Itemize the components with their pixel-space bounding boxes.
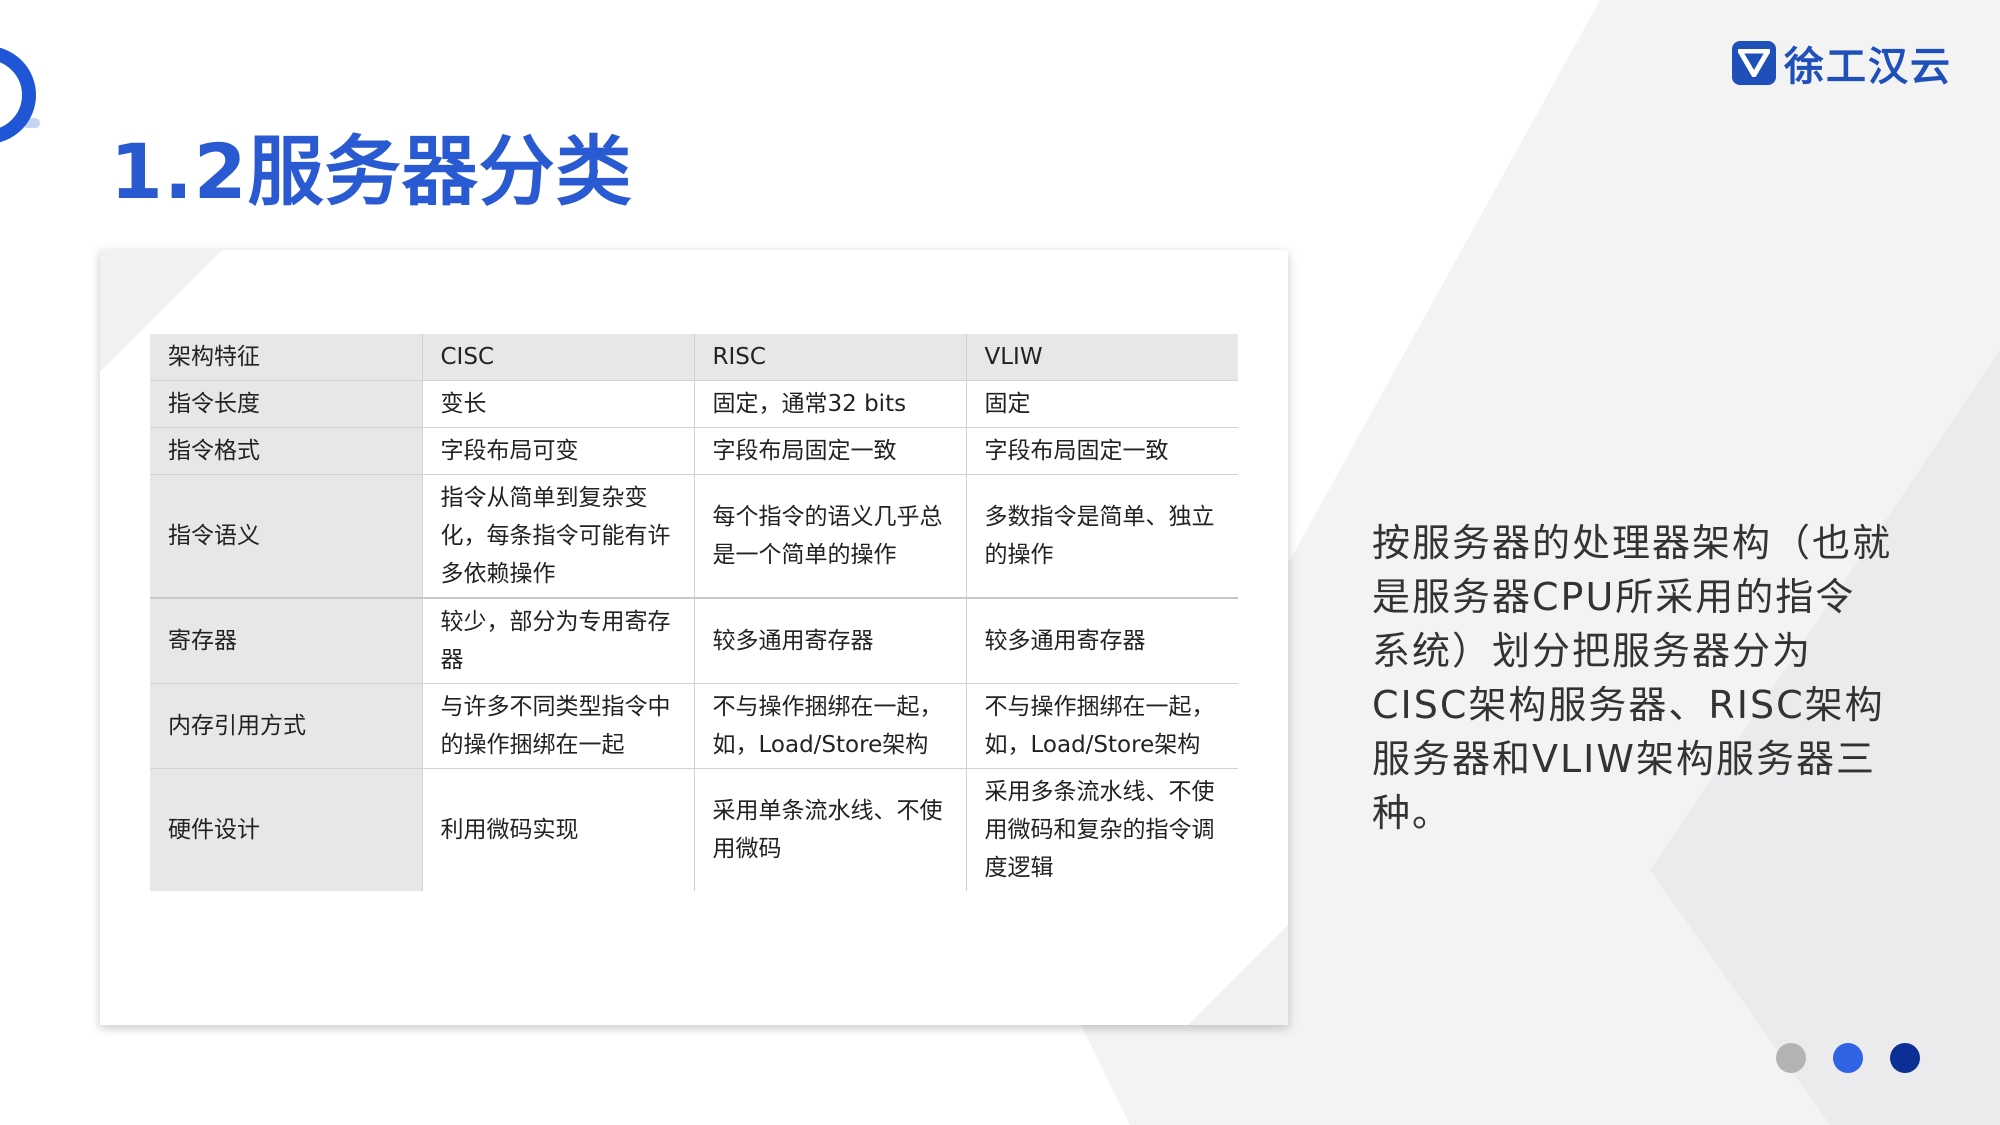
table-cell: 采用多条流水线、不使用微码和复杂的指令调度逻辑 — [984, 779, 1215, 881]
table-row: 指令语义 指令从简单到复杂变化，每条指令可能有许多依赖操作 每个指令的语义几乎总… — [150, 474, 1238, 599]
table-cell: 固定，通常32 bits — [694, 380, 967, 428]
table-row: 指令长度 变长 固定，通常32 bits 固定 — [150, 380, 1238, 428]
indicator-dot — [1833, 1043, 1863, 1073]
architecture-comparison-table: 架构特征 CISC RISC VLIW 指令长度 变长 固定，通常32 bits… — [150, 334, 1238, 891]
table-cell: 指令从简单到复杂变化，每条指令可能有许多依赖操作 — [422, 474, 695, 599]
column-header: 架构特征 — [150, 334, 423, 381]
row-header: 指令长度 — [150, 380, 423, 428]
shield-v-logo-icon — [1732, 41, 1776, 85]
table-header-row: 架构特征 CISC RISC VLIW — [150, 334, 1238, 381]
table-row: 硬件设计 利用微码实现 采用单条流水线、不使用微码 采用多条流水线、不使用微码和… — [150, 768, 1238, 891]
logo-text: 徐工汉云 — [1784, 44, 1952, 90]
table-cell: 每个指令的语义几乎总是一个简单的操作 — [694, 474, 967, 599]
row-header: 指令格式 — [150, 427, 423, 475]
table-cell: 变长 — [422, 380, 695, 428]
table-cell: 多数指令是简单、独立的操作 — [966, 474, 1238, 599]
table-cell: 固定 — [966, 380, 1238, 428]
table-cell: 采用单条流水线、不使用微码 — [694, 768, 967, 891]
indicator-dot — [1890, 1043, 1920, 1073]
indicator-dot — [1776, 1043, 1806, 1073]
table-cell: 字段布局固定一致 — [694, 427, 967, 475]
card-fold-bottom-right — [1188, 925, 1288, 1025]
table-card: 架构特征 CISC RISC VLIW 指令长度 变长 固定，通常32 bits… — [100, 250, 1288, 1025]
table-row: 寄存器 较少，部分为专用寄存器 较多通用寄存器 较多通用寄存器 — [150, 598, 1238, 684]
page-title: 1.2服务器分类 — [110, 127, 633, 216]
page-indicator-dots — [1776, 1043, 1920, 1073]
table-cell: 不与操作捆绑在一起，如，Load/Store架构 — [966, 683, 1238, 769]
row-header: 寄存器 — [150, 598, 423, 684]
table-cell: 较多通用寄存器 — [966, 598, 1238, 684]
column-header: CISC — [422, 334, 695, 381]
row-header: 硬件设计 — [150, 768, 423, 891]
table-row: 指令格式 字段布局可变 字段布局固定一致 字段布局固定一致 — [150, 427, 1238, 475]
row-header: 指令语义 — [150, 474, 423, 599]
brand-logo: 徐工汉云 — [1732, 38, 1952, 90]
table-cell: 利用微码实现 — [422, 768, 695, 891]
table-cell: 不与操作捆绑在一起，如，Load/Store架构 — [694, 683, 967, 769]
column-header: VLIW — [966, 334, 1238, 381]
table-cell: 与许多不同类型指令中的操作捆绑在一起 — [422, 683, 695, 769]
row-header: 内存引用方式 — [150, 683, 423, 769]
table-cell: 较多通用寄存器 — [694, 598, 967, 684]
table-cell: 字段布局可变 — [422, 427, 695, 475]
table-cell: 字段布局固定一致 — [966, 427, 1238, 475]
table-row: 内存引用方式 与许多不同类型指令中的操作捆绑在一起 不与操作捆绑在一起，如，Lo… — [150, 683, 1238, 769]
column-header: RISC — [694, 334, 967, 381]
table-cell: 较少，部分为专用寄存器 — [422, 598, 695, 684]
description-text: 按服务器的处理器架构（也就是服务器CPU所采用的指令系统）划分把服务器分为CIS… — [1372, 521, 1893, 835]
